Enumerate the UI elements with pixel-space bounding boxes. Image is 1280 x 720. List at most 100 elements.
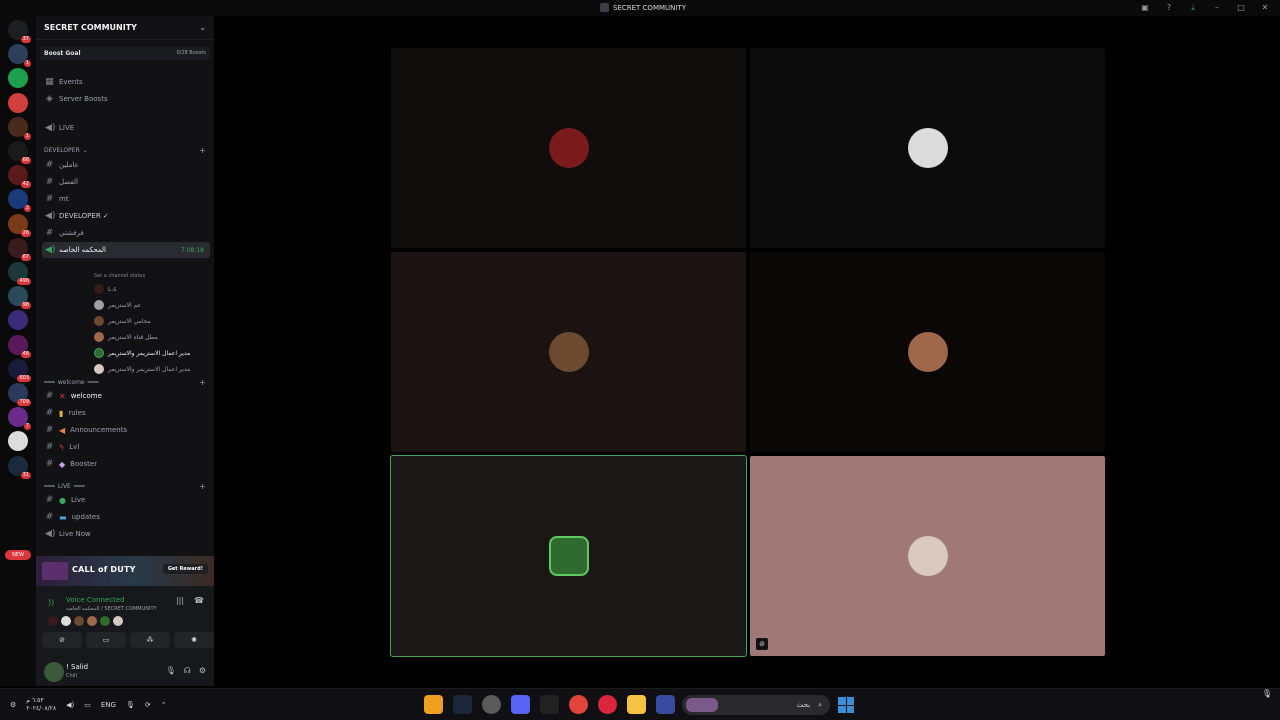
volume-icon[interactable]: ◀) (66, 701, 74, 709)
soundboard-button[interactable]: ✺ (174, 632, 214, 648)
add-channel-icon[interactable]: + (199, 378, 206, 387)
windows-start-icon[interactable] (838, 697, 854, 713)
sync-icon[interactable]: ⟳ (145, 701, 151, 709)
server-icon[interactable]: 67 (8, 237, 31, 261)
minimize-button[interactable]: – (1212, 3, 1222, 13)
channel-text[interactable]: # mt (42, 191, 210, 207)
disconnect-icon[interactable]: ☎ (194, 596, 204, 605)
server-icon[interactable] (8, 431, 28, 452)
chrome-icon[interactable] (569, 695, 588, 714)
channel-rules[interactable]: # ▮ rules (42, 405, 210, 421)
category-welcome[interactable]: ━━━ welcome ━━━ + (44, 376, 210, 388)
avatar[interactable] (44, 662, 64, 682)
category-live[interactable]: ━━━ LIVE ━━━ + (44, 480, 210, 492)
get-reward-button[interactable]: Get Reward! (162, 564, 208, 574)
channel-live-voice[interactable]: ◀) LIVE (42, 120, 210, 136)
download-icon[interactable]: ⤓ (1188, 3, 1198, 13)
channel-text[interactable]: # عاملين (42, 157, 210, 173)
active-voice-channel[interactable]: ◀) المحكمه الخاصه 7:08:18 (42, 242, 210, 258)
avatar (907, 536, 948, 576)
sidebar-item-server-boosts[interactable]: ◈ Server Boosts (42, 91, 210, 107)
screen-share-button[interactable]: ▭ (86, 632, 126, 648)
channel-label: Lvl (69, 443, 80, 451)
inbox-icon[interactable]: ▣ (1140, 3, 1150, 13)
channel-welcome[interactable]: # ✕ welcome (42, 388, 210, 404)
server-icon[interactable] (8, 310, 28, 331)
chevron-up-icon[interactable]: ⌃ (161, 701, 167, 709)
voice-channel-path[interactable]: المحكمه الخاصه / SECRET COMMUNITY (66, 606, 157, 612)
server-icon[interactable]: 98 (8, 286, 31, 310)
taskbar-search[interactable]: بحث ⌕ (682, 695, 830, 715)
add-channel-icon[interactable]: + (199, 482, 206, 491)
channel-text[interactable]: # فرفشتي (42, 225, 210, 241)
channel-announcements[interactable]: # ◀ Announcements (42, 422, 210, 438)
username[interactable]: ! Salid (66, 663, 88, 671)
channel-booster[interactable]: # ◆ Booster (42, 456, 210, 472)
activities-button[interactable]: ⁂ (130, 632, 170, 648)
server-icon[interactable] (8, 68, 28, 89)
voice-connected-label[interactable]: Voice Connected (66, 596, 125, 604)
server-icon[interactable]: 37 (8, 20, 31, 43)
video-tile[interactable] (750, 252, 1105, 452)
video-tile[interactable] (750, 48, 1105, 248)
app-icon[interactable] (424, 695, 443, 714)
server-icon[interactable]: 68 (8, 141, 31, 164)
promo-banner[interactable]: CALL of DUTY Get Reward! (36, 556, 214, 586)
video-tile[interactable] (391, 48, 746, 248)
video-tile[interactable]: ⊘ (750, 456, 1105, 656)
server-icon[interactable]: 48 (8, 334, 31, 358)
server-icon[interactable]: 42 (8, 165, 31, 189)
app-icon[interactable] (656, 695, 675, 714)
gear-icon[interactable]: ⚙ (10, 701, 16, 709)
camera-off-button[interactable]: ⊘ (42, 632, 82, 648)
close-button[interactable]: ✕ (1260, 3, 1270, 13)
server-icon[interactable] (8, 479, 28, 500)
server-icon[interactable]: 1 (8, 116, 31, 140)
channel-updates[interactable]: # ▬ updates (42, 509, 210, 525)
video-tile[interactable] (391, 252, 746, 452)
calendar-icon: ▦ (45, 77, 54, 87)
add-channel-icon[interactable]: + (199, 146, 206, 155)
channel-status[interactable]: Set a channel status (94, 273, 145, 279)
server-icon[interactable]: 26 (8, 213, 31, 237)
discord-icon[interactable] (511, 695, 530, 714)
video-tile[interactable] (390, 455, 747, 657)
app-icon[interactable] (598, 695, 617, 714)
maximize-button[interactable]: □ (1236, 3, 1246, 13)
steam-icon[interactable] (453, 695, 472, 714)
microphone-tray-icon[interactable]: 🎙 (1262, 689, 1272, 698)
hashtag-icon: # (45, 495, 54, 505)
microphone-icon[interactable]: 🎙 (166, 666, 176, 675)
server-icon[interactable]: 1 (8, 44, 31, 68)
app-icon[interactable] (482, 695, 501, 714)
channel-text[interactable]: # الفصل (42, 174, 210, 190)
channel-live-now[interactable]: ◀) Live Now (42, 526, 210, 542)
mention-badge: 496 (17, 278, 31, 285)
file-explorer-icon[interactable] (627, 695, 646, 714)
server-icon[interactable]: 709 (8, 383, 31, 406)
channel-label: Booster (70, 460, 98, 468)
server-icon[interactable]: 603 (8, 358, 31, 382)
server-icon[interactable] (8, 92, 28, 113)
language-indicator[interactable]: ENG (101, 701, 116, 709)
network-icon[interactable]: ▭ (84, 701, 91, 709)
gear-icon[interactable]: ⚙ (199, 666, 206, 675)
sidebar-item-events[interactable]: ▦ Events (42, 74, 210, 90)
noise-suppression-icon[interactable]: ||| (176, 596, 184, 605)
headphones-icon[interactable]: ☊ (184, 666, 191, 675)
channel-lvl[interactable]: # ϟ Lvl (42, 439, 210, 455)
boost-goal-bar[interactable]: Boost Goal 0/28 Boosts (40, 46, 210, 60)
clock[interactable]: ٦:٥٣ م ٢٠٢٤/٠٨/٢٨ (26, 697, 56, 713)
server-header[interactable]: SECRET COMMUNITY ⌄ (36, 16, 214, 40)
server-icon[interactable]: 496 (8, 262, 31, 285)
microphone-icon[interactable]: 🎙 (126, 701, 135, 709)
server-icon[interactable]: 2 (8, 189, 31, 213)
category-developer[interactable]: DEVELOPER ⌄ + (44, 144, 210, 156)
channel-voice[interactable]: ◀) DEVELOPER ✓ (42, 208, 210, 224)
signal-icon: )) (48, 598, 55, 607)
app-icon[interactable] (540, 695, 559, 714)
server-icon[interactable]: 31 (8, 455, 31, 479)
channel-live[interactable]: # ● Live (42, 492, 210, 508)
help-icon[interactable]: ? (1164, 3, 1174, 13)
server-icon[interactable]: 7 (8, 407, 31, 431)
